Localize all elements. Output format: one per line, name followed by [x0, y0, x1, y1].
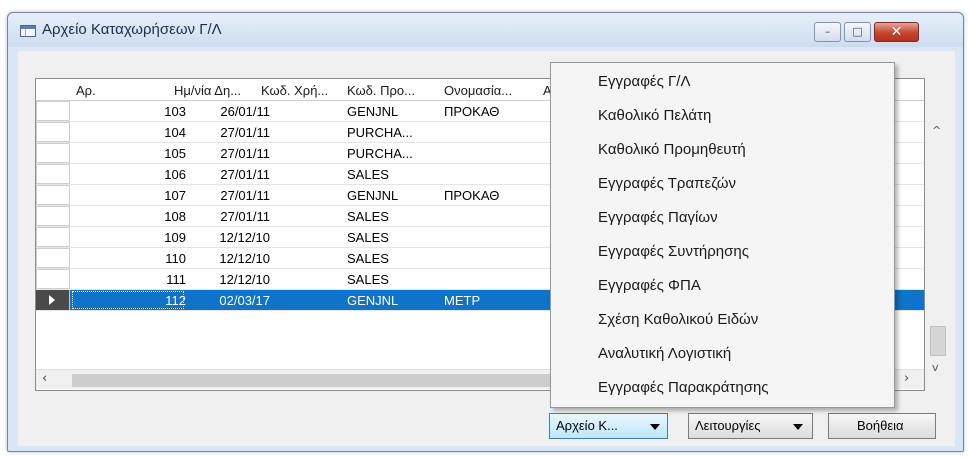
cell-source: SALES — [347, 272, 389, 287]
cell-source: PURCHA... — [347, 146, 413, 161]
chevron-down-icon — [793, 424, 803, 430]
cell-name: ΜΕΤΡ — [444, 293, 481, 308]
cell-source: GENJNL — [347, 293, 399, 308]
scroll-up-icon[interactable]: ^ — [932, 124, 941, 137]
cell-source: SALES — [347, 251, 389, 266]
cell-no: 111 — [166, 272, 186, 287]
window-title: Αρχείο Καταχωρήσεων Γ/Λ — [42, 21, 222, 38]
row-selector[interactable] — [36, 164, 70, 184]
cell-no: 112 — [165, 293, 186, 308]
row-selector[interactable] — [36, 227, 70, 247]
cell-source: SALES — [347, 209, 389, 224]
cell-date: 12/12/10 — [219, 251, 270, 266]
scroll-left-icon[interactable]: ‹ — [42, 371, 47, 386]
cell-date: 27/01/11 — [220, 167, 270, 182]
column-header-date[interactable]: Ημ/νία Δη... — [174, 83, 241, 98]
column-header-name[interactable]: Ονομασία... — [444, 83, 512, 98]
menu-item-gl-entries[interactable]: Εγγραφές Γ/Λ — [598, 73, 690, 90]
cell-source: GENJNL — [347, 104, 399, 119]
cell-date: 27/01/11 — [220, 188, 270, 203]
cell-date: 27/01/11 — [220, 146, 270, 161]
chevron-down-icon — [650, 424, 660, 430]
column-header-user[interactable]: Κωδ. Χρή... — [261, 83, 328, 98]
cell-source: GENJNL — [347, 188, 399, 203]
cell-no: 106 — [164, 167, 186, 182]
row-selector[interactable] — [36, 122, 70, 142]
scroll-down-icon[interactable]: v — [932, 361, 939, 374]
cell-no: 103 — [164, 104, 186, 119]
menu-item-bank-entries[interactable]: Εγγραφές Τραπεζών — [598, 175, 736, 192]
cell-source: PURCHA... — [347, 125, 413, 140]
row-selector-current-icon[interactable] — [36, 290, 70, 310]
cell-source: SALES — [347, 230, 389, 245]
cell-no: 105 — [164, 146, 186, 161]
cell-date: 12/12/10 — [219, 272, 270, 287]
maximize-button[interactable]: □ — [844, 22, 871, 42]
file-menu-label: Αρχείο Κ... — [556, 418, 618, 433]
cell-date: 27/01/11 — [220, 209, 270, 224]
help-label: Βοήθεια — [857, 418, 904, 433]
menu-item-vendor-ledger[interactable]: Καθολικό Προμηθευτή — [598, 141, 746, 158]
help-button[interactable]: Βοήθεια — [828, 413, 936, 439]
table-icon — [20, 25, 36, 37]
row-selector[interactable] — [36, 269, 70, 289]
column-header-source[interactable]: Κωδ. Προ... — [347, 83, 415, 98]
row-selector[interactable] — [36, 143, 70, 163]
cell-no: 108 — [164, 209, 186, 224]
row-selector[interactable] — [36, 206, 70, 226]
menu-item-analytic-accounting[interactable]: Αναλυτική Λογιστική — [598, 345, 731, 362]
scroll-thumb[interactable] — [930, 326, 946, 356]
menu-item-withholding-entries[interactable]: Εγγραφές Παρακράτησης — [598, 379, 769, 396]
minimize-button[interactable]: – — [814, 22, 841, 42]
cell-no: 104 — [164, 125, 186, 140]
vertical-scrollbar[interactable]: ^ v — [928, 78, 946, 391]
close-button[interactable]: ✕ — [874, 22, 919, 42]
cell-name: ΠΡΟΚΑΘ — [444, 188, 500, 203]
row-selector[interactable] — [36, 185, 70, 205]
menu-item-customer-ledger[interactable]: Καθολικό Πελάτη — [598, 107, 711, 124]
menu-item-item-ledger-relation[interactable]: Σχέση Καθολικού Ειδών — [598, 311, 758, 328]
cell-source: SALES — [347, 167, 389, 182]
file-dropdown-menu: Εγγραφές Γ/Λ Καθολικό Πελάτη Καθολικό Πρ… — [550, 62, 895, 408]
menu-item-maintenance-entries[interactable]: Εγγραφές Συντήρησης — [598, 243, 749, 260]
functions-menu-button[interactable]: Λειτουργίες — [688, 413, 813, 439]
menu-item-fixed-asset-entries[interactable]: Εγγραφές Παγίων — [598, 209, 718, 226]
cell-date: 12/12/10 — [219, 230, 270, 245]
cell-no: 107 — [164, 188, 186, 203]
file-menu-button[interactable]: Αρχείο Κ... — [549, 413, 668, 439]
cell-name: ΠΡΟΚΑΘ — [444, 104, 500, 119]
menu-item-vat-entries[interactable]: Εγγραφές ΦΠΑ — [598, 277, 701, 294]
cell-no: 110 — [165, 251, 186, 266]
cell-date: 26/01/11 — [220, 104, 270, 119]
cell-date: 27/01/11 — [220, 125, 270, 140]
column-header-no[interactable]: Αρ. — [76, 83, 96, 98]
row-selector[interactable] — [36, 101, 70, 121]
cell-date: 02/03/17 — [219, 293, 270, 308]
functions-menu-label: Λειτουργίες — [695, 418, 761, 433]
title-bar[interactable]: Αρχείο Καταχωρήσεων Γ/Λ – □ ✕ — [8, 13, 963, 47]
row-selector[interactable] — [36, 248, 70, 268]
cell-no: 109 — [164, 230, 186, 245]
scroll-right-icon[interactable]: › — [904, 371, 909, 386]
